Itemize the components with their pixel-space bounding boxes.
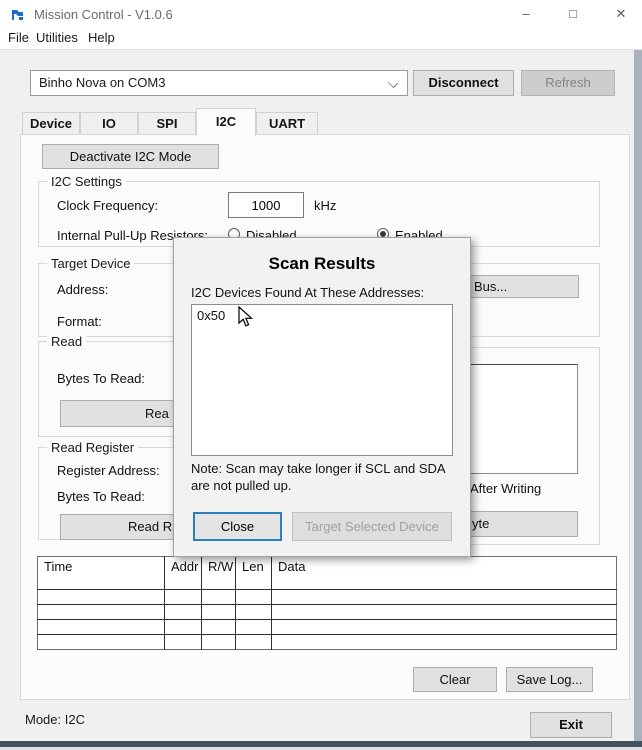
refresh-button: Refresh [521, 70, 615, 96]
titlebar: Mission Control - V1.0.6 – □ ✕ File Util… [0, 0, 642, 50]
log-table: Time Addr R/W Len Data [37, 556, 617, 650]
clock-frequency-unit: kHz [314, 198, 336, 213]
window-title: Mission Control - V1.0.6 [34, 7, 173, 22]
bytes-to-read-label: Bytes To Read: [57, 371, 145, 386]
format-label: Format: [57, 314, 102, 329]
col-rw: R/W [202, 557, 236, 590]
tab-i2c[interactable]: I2C [196, 108, 256, 136]
dialog-note: Note: Scan may take longer if SCL and SD… [191, 460, 465, 494]
mouse-cursor-icon [238, 306, 254, 328]
table-row [38, 590, 617, 605]
menu-utilities[interactable]: Utilities [36, 30, 78, 45]
col-addr: Addr [165, 557, 202, 590]
clear-button[interactable]: Clear [413, 667, 497, 692]
chevron-down-icon [388, 78, 398, 88]
dialog-close-button[interactable]: Close [193, 512, 282, 541]
col-len: Len [236, 557, 272, 590]
i2c-settings-group-title: I2C Settings [47, 174, 126, 189]
maximize-icon[interactable]: □ [560, 4, 586, 24]
list-item[interactable]: 0x50 [192, 305, 452, 323]
read-register-group-title: Read Register [47, 440, 138, 455]
scan-results-listbox[interactable]: 0x50 [191, 304, 453, 456]
device-select[interactable]: Binho Nova on COM3 [30, 70, 408, 96]
col-data: Data [272, 557, 617, 590]
target-selected-device-button: Target Selected Device [292, 512, 452, 541]
app-logo-icon [10, 7, 26, 23]
clock-frequency-label: Clock Frequency: [57, 198, 158, 213]
exit-button[interactable]: Exit [530, 712, 612, 738]
close-icon[interactable]: ✕ [608, 4, 634, 24]
register-address-label: Register Address: [57, 463, 160, 478]
save-log-button[interactable]: Save Log... [506, 667, 593, 692]
table-row [38, 635, 617, 650]
table-row [38, 620, 617, 635]
after-writing-label[interactable]: After Writing [470, 481, 541, 496]
read-group-title: Read [47, 334, 86, 349]
menu-help[interactable]: Help [88, 30, 115, 45]
address-label: Address: [57, 282, 108, 297]
dialog-found-label: I2C Devices Found At These Addresses: [191, 285, 424, 300]
app-window: Mission Control - V1.0.6 – □ ✕ File Util… [0, 0, 642, 750]
log-table-header: Time Addr R/W Len Data [38, 557, 617, 590]
read-register-bytes-label: Bytes To Read: [57, 489, 145, 504]
tab-device[interactable]: Device [22, 112, 80, 135]
col-time: Time [38, 557, 165, 590]
device-select-value: Binho Nova on COM3 [39, 75, 165, 90]
tab-uart[interactable]: UART [256, 112, 318, 135]
window-right-edge [634, 50, 642, 742]
deactivate-i2c-button[interactable]: Deactivate I2C Mode [42, 144, 219, 169]
menu-file[interactable]: File [8, 30, 29, 45]
tab-io[interactable]: IO [80, 112, 138, 135]
target-device-group-title: Target Device [47, 256, 134, 271]
tab-spi[interactable]: SPI [138, 112, 196, 135]
disconnect-button[interactable]: Disconnect [413, 70, 514, 96]
status-mode-label: Mode: I2C [25, 712, 85, 727]
dialog-title: Scan Results [174, 254, 470, 274]
clock-frequency-input[interactable] [228, 192, 304, 218]
minimize-icon[interactable]: – [513, 4, 539, 24]
table-row [38, 605, 617, 620]
scan-results-dialog: Scan Results I2C Devices Found At These … [173, 237, 471, 557]
